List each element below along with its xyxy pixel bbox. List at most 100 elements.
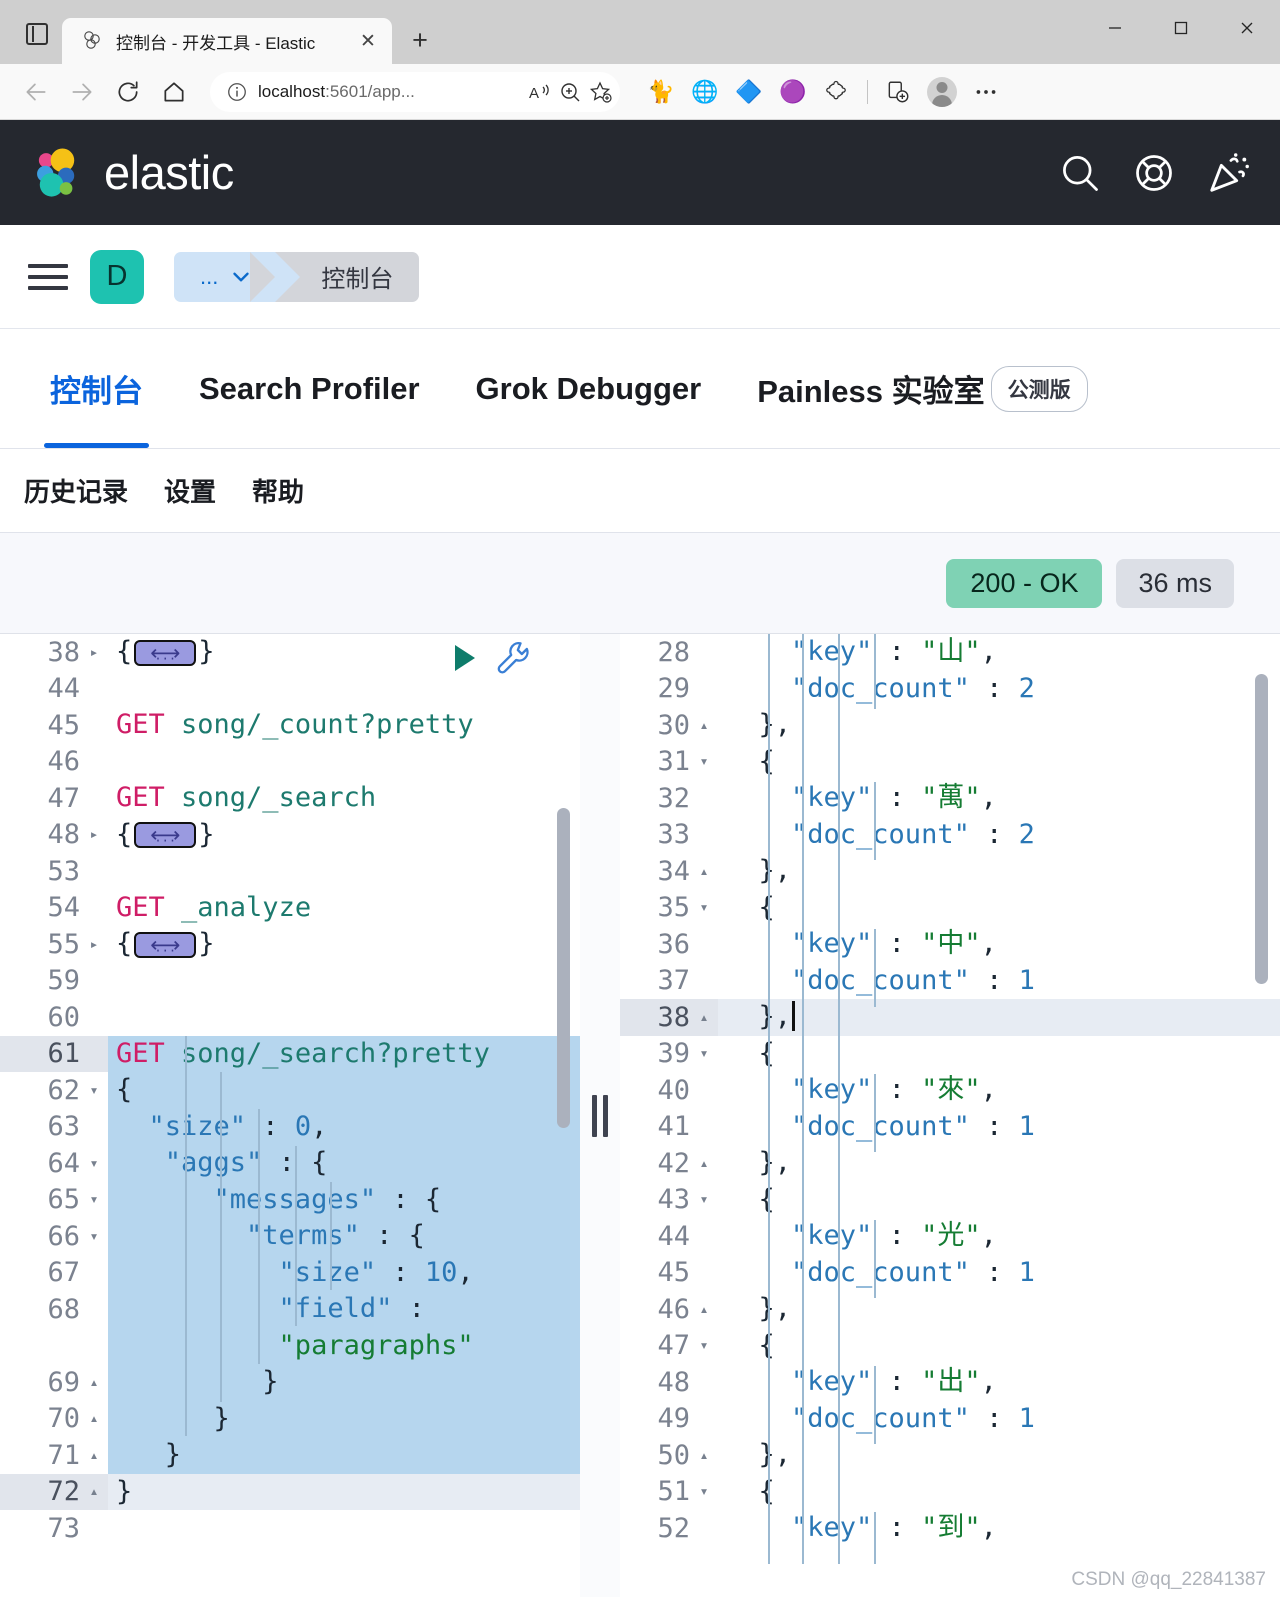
code-line[interactable]: "paragraphs" bbox=[0, 1327, 580, 1364]
fold-toggle-icon[interactable]: ▴ bbox=[86, 1484, 102, 1499]
cat-extension-icon[interactable]: 🐈 bbox=[640, 72, 682, 112]
code-line[interactable]: 47 GET song/_search bbox=[0, 780, 580, 817]
fold-toggle-icon[interactable]: ▴ bbox=[86, 1447, 102, 1463]
code-text[interactable]: { bbox=[718, 744, 1280, 781]
code-line[interactable]: 41 "doc_count" : 1 bbox=[620, 1109, 1280, 1146]
code-line[interactable]: 70 ▴ } bbox=[0, 1400, 580, 1437]
help-lifering-icon[interactable] bbox=[1132, 151, 1176, 195]
code-line[interactable]: 39 ▾ { bbox=[620, 1036, 1280, 1073]
code-text[interactable]: "doc_count" : 1 bbox=[718, 1109, 1280, 1146]
purple-extension-icon[interactable]: 🟣 bbox=[772, 72, 814, 112]
code-line[interactable]: 44 "key" : "光", bbox=[620, 1218, 1280, 1255]
tab-actions-icon[interactable] bbox=[14, 12, 60, 56]
tab-grok-debugger[interactable]: Grok Debugger bbox=[448, 329, 730, 448]
code-text[interactable]: "doc_count" : 2 bbox=[718, 817, 1280, 854]
code-line[interactable]: 54 GET _analyze bbox=[0, 890, 580, 927]
code-line[interactable]: 48 "key" : "出", bbox=[620, 1364, 1280, 1401]
code-line[interactable]: 60 bbox=[0, 999, 580, 1036]
wrench-actions-icon[interactable] bbox=[493, 638, 533, 678]
more-options-icon[interactable] bbox=[965, 72, 1007, 112]
code-text[interactable]: { bbox=[718, 1036, 1280, 1073]
code-line[interactable]: 42 ▴ }, bbox=[620, 1145, 1280, 1182]
code-line[interactable]: 59 bbox=[0, 963, 580, 1000]
code-line[interactable]: 30 ▴ }, bbox=[620, 707, 1280, 744]
close-icon[interactable]: ✕ bbox=[354, 27, 382, 55]
code-text[interactable]: "doc_count" : 1 bbox=[718, 963, 1280, 1000]
code-line[interactable]: 45 "doc_count" : 1 bbox=[620, 1255, 1280, 1292]
code-text[interactable]: "size" : 10, bbox=[108, 1254, 580, 1291]
code-text[interactable]: "key" : "萬", bbox=[718, 780, 1280, 817]
add-favorite-icon[interactable] bbox=[588, 80, 612, 104]
puzzle-extensions-icon[interactable] bbox=[816, 72, 858, 112]
code-text[interactable]: "key" : "光", bbox=[718, 1218, 1280, 1255]
request-scrollbar-thumb[interactable] bbox=[557, 808, 570, 1128]
code-line[interactable]: 33 "doc_count" : 2 bbox=[620, 817, 1280, 854]
fold-toggle-icon[interactable]: ▴ bbox=[696, 1009, 712, 1025]
run-request-icon[interactable] bbox=[455, 645, 475, 671]
code-line[interactable]: 71 ▴ } bbox=[0, 1437, 580, 1474]
code-text[interactable]: }, bbox=[718, 1437, 1280, 1474]
code-line[interactable]: 61 GET song/_search?pretty bbox=[0, 1035, 580, 1072]
fold-toggle-icon[interactable]: ▴ bbox=[696, 1301, 712, 1317]
code-line[interactable]: 32 "key" : "萬", bbox=[620, 780, 1280, 817]
folded-code-widget[interactable] bbox=[134, 927, 197, 963]
zoom-icon[interactable] bbox=[558, 80, 582, 104]
code-text[interactable]: } bbox=[108, 1437, 580, 1474]
code-text[interactable]: "key" : "出", bbox=[718, 1364, 1280, 1401]
code-line[interactable]: 47 ▾ { bbox=[620, 1328, 1280, 1365]
code-line[interactable]: 65 ▾ "messages" : { bbox=[0, 1181, 580, 1218]
announcements-icon[interactable] bbox=[1206, 150, 1252, 196]
code-text[interactable]: "key" : "來", bbox=[718, 1072, 1280, 1109]
profile-avatar-icon[interactable] bbox=[921, 72, 963, 112]
code-line[interactable]: 55▸{} bbox=[0, 926, 580, 964]
code-line[interactable]: 63 "size" : 0, bbox=[0, 1108, 580, 1145]
folded-code-widget[interactable] bbox=[134, 817, 197, 854]
response-code-rows[interactable]: 28 "key" : "山", 29 "doc_count" : 2 30 ▴ }, 3… bbox=[620, 634, 1280, 1564]
code-text[interactable]: }, bbox=[718, 999, 1280, 1036]
diamond-extension-icon[interactable]: 🔷 bbox=[728, 72, 770, 112]
code-text[interactable]: } bbox=[108, 1473, 580, 1510]
code-line[interactable]: 50 ▴ }, bbox=[620, 1437, 1280, 1474]
fold-toggle-icon[interactable]: ▾ bbox=[86, 1192, 102, 1207]
address-bar[interactable]: localhost:5601/app... A bbox=[210, 71, 620, 112]
code-line[interactable]: 37 "doc_count" : 1 bbox=[620, 963, 1280, 1000]
code-text[interactable]: }, bbox=[718, 707, 1280, 744]
code-line[interactable]: 28 "key" : "山", bbox=[620, 634, 1280, 671]
response-scrollbar-thumb[interactable] bbox=[1255, 674, 1268, 984]
read-aloud-icon[interactable]: A bbox=[528, 80, 552, 104]
code-text[interactable]: "doc_count" : 1 bbox=[718, 1401, 1280, 1438]
code-text[interactable]: GET song/_search bbox=[108, 780, 580, 817]
response-viewer-pane[interactable]: 28 "key" : "山", 29 "doc_count" : 2 30 ▴ }, 3… bbox=[620, 634, 1280, 1597]
code-line[interactable]: 43 ▾ { bbox=[620, 1182, 1280, 1219]
code-line[interactable]: 62 ▾{ bbox=[0, 1072, 580, 1109]
space-avatar[interactable]: D bbox=[90, 249, 144, 304]
code-line[interactable]: 31 ▾ { bbox=[620, 744, 1280, 781]
code-text[interactable]: }, bbox=[718, 1145, 1280, 1182]
code-line[interactable]: 73 bbox=[0, 1510, 580, 1547]
code-line[interactable]: 52 "key" : "到", bbox=[620, 1510, 1280, 1547]
code-text[interactable]: "paragraphs" bbox=[108, 1327, 580, 1364]
browser-tab[interactable]: 控制台 - 开发工具 - Elastic ✕ bbox=[62, 18, 392, 64]
fold-toggle-icon[interactable]: ▾ bbox=[696, 900, 712, 915]
fold-toggle-icon[interactable]: ▴ bbox=[86, 1374, 102, 1390]
fold-toggle-icon[interactable]: ▾ bbox=[86, 1082, 102, 1098]
fold-toggle-icon[interactable]: ▸ bbox=[86, 827, 102, 842]
code-text[interactable]: } bbox=[108, 1364, 580, 1401]
code-text[interactable]: { bbox=[718, 1474, 1280, 1511]
code-line[interactable]: 46 bbox=[0, 744, 580, 781]
code-text[interactable]: GET song/_count?pretty bbox=[108, 707, 580, 744]
request-code-rows[interactable]: 38▸ {} 44 45 GET song/_count?pretty 46 47 GET s… bbox=[0, 634, 580, 1547]
code-text[interactable]: GET _analyze bbox=[108, 890, 580, 927]
fold-toggle-icon[interactable]: ▴ bbox=[86, 1411, 102, 1426]
idm-extension-icon[interactable]: 🌐 bbox=[684, 72, 726, 112]
reload-icon[interactable] bbox=[106, 72, 150, 112]
code-line[interactable]: 34 ▴ }, bbox=[620, 853, 1280, 890]
fold-toggle-icon[interactable]: ▴ bbox=[696, 1447, 712, 1463]
code-line[interactable]: 29 "doc_count" : 2 bbox=[620, 671, 1280, 708]
code-text[interactable]: { bbox=[718, 1182, 1280, 1219]
code-text[interactable]: }, bbox=[718, 853, 1280, 890]
code-text[interactable]: { bbox=[718, 890, 1280, 927]
fold-toggle-icon[interactable]: ▾ bbox=[696, 1484, 712, 1499]
code-line[interactable]: 68 "field" : bbox=[0, 1291, 580, 1328]
code-text[interactable]: {} bbox=[108, 817, 580, 854]
